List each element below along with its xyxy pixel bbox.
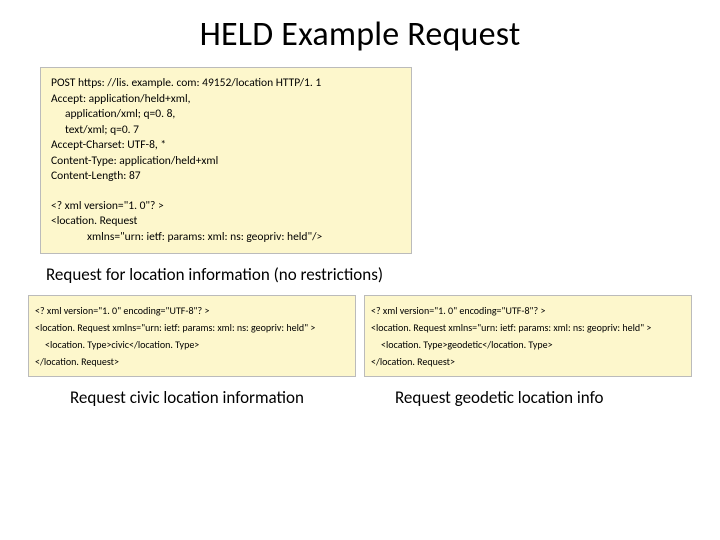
code-line: Content-Type: application/held+xml bbox=[51, 154, 401, 170]
bottom-captions: Request civic location information Reque… bbox=[28, 387, 692, 408]
code-line: </location. Request> bbox=[371, 353, 685, 370]
code-block-geodetic: <? xml version="1. 0" encoding="UTF-8"? … bbox=[364, 295, 692, 377]
code-line: <location. Request bbox=[51, 214, 401, 230]
code-line: <location. Type>geodetic</location. Type… bbox=[371, 336, 685, 353]
code-line: Accept-Charset: UTF-8, * bbox=[51, 138, 401, 154]
code-line: <location. Type>civic</location. Type> bbox=[35, 336, 349, 353]
code-line: <location. Request xmlns="urn: ietf: par… bbox=[35, 319, 349, 336]
two-column-row: <? xml version="1. 0" encoding="UTF-8"? … bbox=[28, 295, 692, 377]
caption-geodetic: Request geodetic location info bbox=[367, 387, 692, 408]
page-title: HELD Example Request bbox=[28, 14, 692, 55]
code-line: <? xml version="1. 0" encoding="UTF-8"? … bbox=[35, 302, 349, 319]
code-line: Content-Length: 87 bbox=[51, 169, 401, 185]
code-line: <? xml version="1. 0" encoding="UTF-8"? … bbox=[371, 302, 685, 319]
caption-civic: Request civic location information bbox=[28, 387, 367, 408]
slide: HELD Example Request POST https: //lis. … bbox=[0, 0, 720, 540]
code-line: text/xml; q=0. 7 bbox=[51, 123, 401, 139]
subtitle-no-restrictions: Request for location information (no res… bbox=[46, 264, 692, 285]
code-line: xmlns="urn: ietf: params: xml: ns: geopr… bbox=[51, 230, 401, 246]
code-line: </location. Request> bbox=[35, 353, 349, 370]
code-line: Accept: application/held+xml, bbox=[51, 92, 401, 108]
code-line: <? xml version="1. 0"? > bbox=[51, 199, 401, 215]
code-line: <location. Request xmlns="urn: ietf: par… bbox=[371, 319, 685, 336]
blank-line bbox=[51, 185, 401, 199]
code-line: POST https: //lis. example. com: 49152/l… bbox=[51, 76, 401, 92]
code-block-main: POST https: //lis. example. com: 49152/l… bbox=[40, 67, 412, 254]
code-block-civic: <? xml version="1. 0" encoding="UTF-8"? … bbox=[28, 295, 356, 377]
code-line: application/xml; q=0. 8, bbox=[51, 107, 401, 123]
